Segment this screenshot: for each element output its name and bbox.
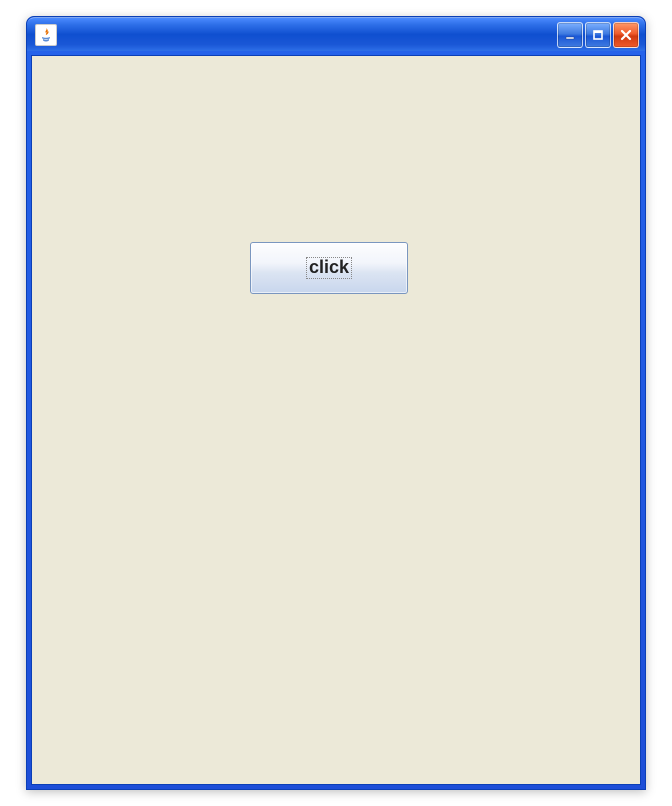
maximize-button[interactable] xyxy=(585,22,611,48)
click-button[interactable]: click xyxy=(250,242,408,294)
titlebar-controls xyxy=(557,22,639,48)
window-title xyxy=(57,34,557,35)
java-icon xyxy=(35,24,57,46)
window-border: click xyxy=(27,51,645,789)
minimize-button[interactable] xyxy=(557,22,583,48)
window-frame: click xyxy=(26,16,646,790)
titlebar[interactable] xyxy=(27,17,645,51)
click-button-label: click xyxy=(306,257,352,279)
close-button[interactable] xyxy=(613,22,639,48)
content-pane: click xyxy=(31,55,641,785)
